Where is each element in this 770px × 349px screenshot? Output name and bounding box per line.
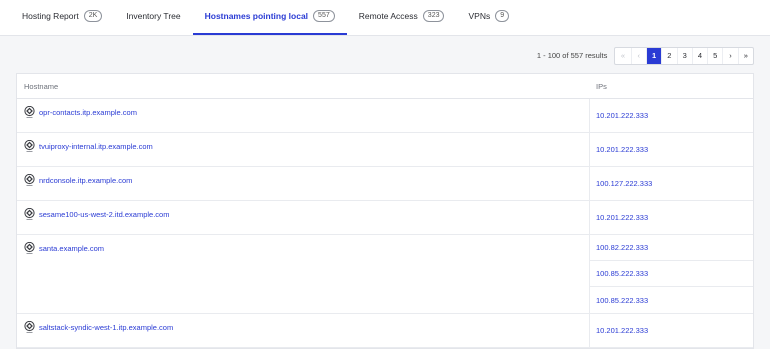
- hostname-cell: santa.example.com: [17, 235, 590, 313]
- last-page-button[interactable]: »: [737, 47, 753, 64]
- page-button-4[interactable]: 4: [691, 47, 707, 64]
- tab-count-badge: 2K: [83, 10, 103, 22]
- ips-cell: 10.201.222.333: [590, 314, 753, 347]
- hostname-link[interactable]: saltstack-syndic-west-1.itp.example.com: [39, 323, 173, 332]
- ip-link[interactable]: 10.201.222.333: [590, 99, 753, 132]
- hostname-link[interactable]: tvuiproxy-internal.itp.example.com: [39, 142, 153, 151]
- table-body: opr-contacts.itp.example.com 10.201.222.3…: [17, 99, 753, 348]
- netflix-badge-icon: [24, 208, 35, 221]
- column-header-ips[interactable]: IPs: [590, 82, 607, 91]
- netflix-badge-icon: [24, 106, 35, 119]
- ip-link[interactable]: 100.127.222.333: [590, 167, 753, 200]
- ip-link[interactable]: 10.201.222.333: [590, 201, 753, 234]
- tab-vpns[interactable]: VPNs 9: [456, 0, 521, 35]
- netflix-badge-icon: [24, 174, 35, 187]
- hostnames-table: Hostname IPs opr-contacts.itp.example.co…: [16, 73, 754, 349]
- table-row: opr-contacts.itp.example.com 10.201.222.3…: [17, 99, 753, 133]
- hostname-cell: tvuiproxy-internal.itp.example.com: [17, 133, 590, 166]
- hostname-link[interactable]: nrdconsole.itp.example.com: [39, 176, 132, 185]
- tab-count-badge: 557: [313, 10, 335, 22]
- ips-cell: 10.201.222.333: [590, 99, 753, 132]
- tab-inventory-tree[interactable]: Inventory Tree: [114, 0, 192, 35]
- pager: «‹ 1 2 3 4 5 ›»: [614, 46, 754, 65]
- tab-remote-access[interactable]: Remote Access 323: [347, 0, 457, 35]
- hostname-link[interactable]: opr-contacts.itp.example.com: [39, 108, 137, 117]
- tab-bar: Hosting Report 2K Inventory Tree Hostnames …: [0, 0, 770, 36]
- table-row: nrdconsole.itp.example.com 100.127.222.33…: [17, 167, 753, 201]
- tab-label: Remote Access: [358, 11, 418, 21]
- ip-link[interactable]: 100.82.222.333: [590, 235, 753, 261]
- tab-label: Hostnames pointing local: [204, 11, 309, 21]
- ips-cell: 100.82.222.333 100.85.222.333 100.85.222.3…: [590, 235, 753, 313]
- table-row: sesame100-us-west-2.itd.example.com 10.20…: [17, 201, 753, 235]
- pagination-bar: 1 - 100 of 557 results «‹ 1 2 3 4 5 ›»: [0, 36, 770, 75]
- hostname-cell: saltstack-syndic-west-1.itp.example.com: [17, 314, 590, 347]
- hostname-cell: nrdconsole.itp.example.com: [17, 167, 590, 200]
- ip-link[interactable]: 10.201.222.333: [590, 314, 753, 347]
- hostname-cell: sesame100-us-west-2.itd.example.com: [17, 201, 590, 234]
- netflix-badge-icon: [24, 321, 35, 334]
- tab-label: Inventory Tree: [126, 11, 181, 21]
- ips-cell: 10.201.222.333: [590, 201, 753, 234]
- page-button-3[interactable]: 3: [676, 47, 692, 64]
- tab-label: Hosting Report: [22, 11, 79, 21]
- page-button-2[interactable]: 2: [661, 47, 676, 64]
- results-count: 1 - 100 of 557 results: [536, 51, 608, 60]
- page-button-5[interactable]: 5: [707, 47, 722, 64]
- hostname-cell: opr-contacts.itp.example.com: [17, 99, 590, 132]
- tab-label: VPNs: [468, 11, 491, 21]
- first-page-button[interactable]: «: [615, 48, 630, 64]
- tab-hostnames-pointing-local[interactable]: Hostnames pointing local 557: [192, 0, 347, 35]
- netflix-badge-icon: [24, 140, 35, 153]
- table-row: saltstack-syndic-west-1.itp.example.com 1…: [17, 314, 753, 348]
- tab-count-badge: 9: [495, 10, 510, 22]
- ips-cell: 100.127.222.333: [590, 167, 753, 200]
- ips-cell: 10.201.222.333: [590, 133, 753, 166]
- prev-page-button[interactable]: ‹: [630, 47, 646, 64]
- hostname-link[interactable]: santa.example.com: [39, 244, 104, 253]
- table-row: santa.example.com 100.82.222.333 100.85.22…: [17, 235, 753, 314]
- ip-link[interactable]: 10.201.222.333: [590, 133, 753, 166]
- hostname-link[interactable]: sesame100-us-west-2.itd.example.com: [39, 210, 169, 219]
- tab-count-badge: 323: [422, 10, 445, 22]
- next-page-button[interactable]: ›: [722, 47, 737, 64]
- column-header-hostname[interactable]: Hostname: [17, 82, 590, 91]
- tab-hosting-report[interactable]: Hosting Report 2K: [10, 0, 114, 35]
- table-row: tvuiproxy-internal.itp.example.com 10.201…: [17, 133, 753, 167]
- netflix-badge-icon: [24, 242, 35, 255]
- page-button-1[interactable]: 1: [645, 47, 662, 64]
- ip-link[interactable]: 100.85.222.333: [590, 261, 753, 287]
- ip-link[interactable]: 100.85.222.333: [590, 287, 753, 313]
- table-header: Hostname IPs: [17, 74, 753, 99]
